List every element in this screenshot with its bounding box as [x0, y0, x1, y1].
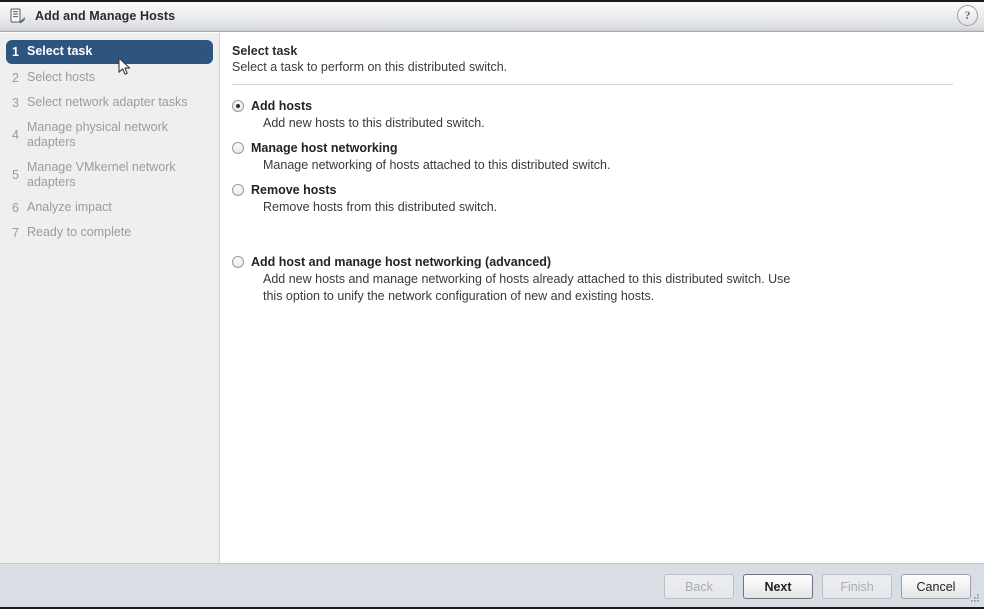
sidebar-step-label: Analyze impact [27, 200, 207, 215]
radio-button[interactable] [232, 100, 244, 112]
next-button[interactable]: Next [743, 574, 813, 599]
page-title: Select task [232, 44, 968, 58]
sidebar-step-number: 4 [12, 128, 27, 142]
back-button: Back [664, 574, 734, 599]
task-option-label: Manage host networking [251, 140, 968, 156]
sidebar-step-number: 6 [12, 201, 27, 215]
task-option-description: Add new hosts and manage networking of h… [263, 271, 808, 305]
sidebar-step-number: 2 [12, 71, 27, 85]
task-option-label: Add host and manage host networking (adv… [251, 254, 968, 270]
resize-grip-icon[interactable] [968, 592, 980, 604]
task-option-description: Add new hosts to this distributed switch… [263, 115, 808, 132]
task-option-text: Manage host networkingManage networking … [251, 140, 968, 174]
task-option-description: Remove hosts from this distributed switc… [263, 199, 808, 216]
sidebar-step-number: 3 [12, 96, 27, 110]
sidebar-step-label: Select task [27, 44, 207, 59]
wizard-steps-sidebar: 1Select task2Select hosts3Select network… [0, 33, 220, 563]
sidebar-step-number: 1 [12, 45, 27, 59]
sidebar-step-number: 5 [12, 168, 27, 182]
task-option-text: Remove hostsRemove hosts from this distr… [251, 182, 968, 216]
help-icon[interactable]: ? [957, 5, 978, 26]
host-wrench-icon [9, 7, 27, 25]
sidebar-step-4[interactable]: 4Manage physical network adapters [6, 117, 213, 154]
sidebar-step-label: Manage physical network adapters [27, 120, 207, 150]
sidebar-step-number: 7 [12, 226, 27, 240]
finish-button: Finish [822, 574, 892, 599]
cancel-button[interactable]: Cancel [901, 574, 971, 599]
task-option-text: Add host and manage host networking (adv… [251, 254, 968, 305]
task-option-label: Remove hosts [251, 182, 968, 198]
sidebar-step-label: Manage VMkernel network adapters [27, 160, 207, 190]
task-option-description: Manage networking of hosts attached to t… [263, 157, 808, 174]
task-option[interactable]: Manage host networkingManage networking … [232, 140, 968, 174]
task-option[interactable]: Add host and manage host networking (adv… [232, 254, 968, 305]
sidebar-step-1[interactable]: 1Select task [6, 40, 213, 64]
sidebar-step-label: Select network adapter tasks [27, 95, 207, 110]
task-option-text: Add hostsAdd new hosts to this distribut… [251, 98, 968, 132]
task-option-group: Add hostsAdd new hosts to this distribut… [232, 98, 968, 305]
task-option[interactable]: Remove hostsRemove hosts from this distr… [232, 182, 968, 216]
main-panel: Select task Select a task to perform on … [221, 33, 984, 563]
task-option[interactable]: Add hostsAdd new hosts to this distribut… [232, 98, 968, 132]
radio-button[interactable] [232, 256, 244, 268]
sidebar-step-5[interactable]: 5Manage VMkernel network adapters [6, 157, 213, 194]
window-title: Add and Manage Hosts [35, 9, 175, 23]
radio-button[interactable] [232, 142, 244, 154]
sidebar-step-label: Ready to complete [27, 225, 207, 240]
sidebar-step-label: Select hosts [27, 70, 207, 85]
sidebar-step-3[interactable]: 3Select network adapter tasks [6, 92, 213, 114]
task-option-label: Add hosts [251, 98, 968, 114]
footer-button-bar: Back Next Finish Cancel [0, 563, 984, 609]
radio-button[interactable] [232, 184, 244, 196]
title-bar: Add and Manage Hosts ? [0, 0, 984, 32]
sidebar-step-2[interactable]: 2Select hosts [6, 67, 213, 89]
page-subtitle: Select a task to perform on this distrib… [232, 60, 968, 74]
sidebar-step-6[interactable]: 6Analyze impact [6, 197, 213, 219]
dialog-window: Add and Manage Hosts ? 1Select task2Sele… [0, 0, 984, 609]
divider [232, 84, 953, 85]
sidebar-step-7[interactable]: 7Ready to complete [6, 222, 213, 244]
